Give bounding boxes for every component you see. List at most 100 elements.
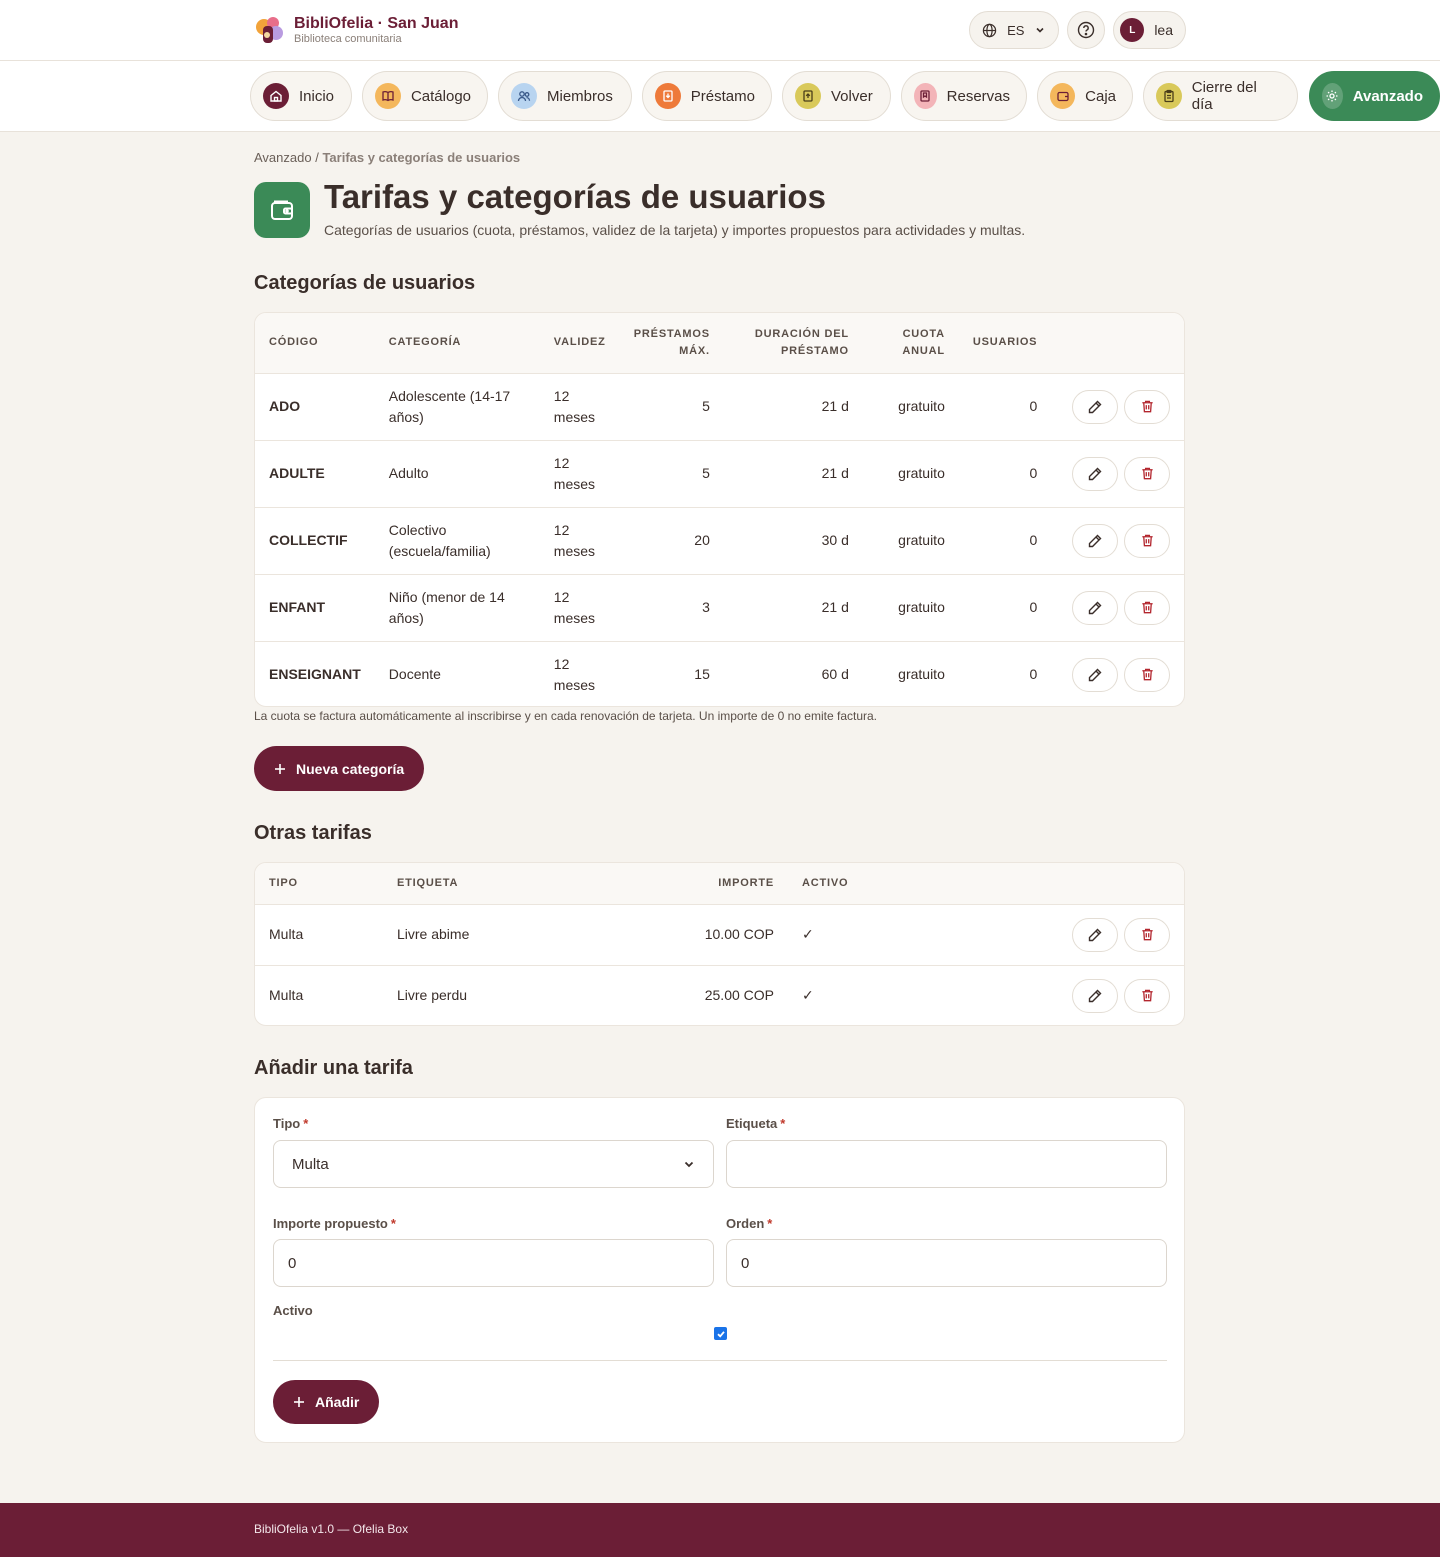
chevron-down-icon: [684, 1161, 694, 1168]
globe-icon: [983, 23, 997, 37]
column-header-max-loans: PRÉSTAMOS MÁX.: [619, 313, 724, 374]
pencil-icon: [1088, 534, 1102, 547]
amount-input[interactable]: 0: [273, 1239, 714, 1287]
users-icon: [511, 83, 537, 109]
column-header-type: TIPO: [255, 863, 383, 905]
table-row: Multa Livre perdu 25.00 COP ✓: [255, 965, 1184, 1025]
nav-item-miembros[interactable]: Miembros: [498, 71, 632, 121]
delete-button[interactable]: [1124, 657, 1170, 692]
column-header-actions: [908, 863, 1184, 905]
type-select-value: Multa: [292, 1155, 329, 1173]
column-header-validity: VALIDEZ: [539, 313, 620, 374]
type-select[interactable]: Multa: [273, 1140, 714, 1188]
edit-button[interactable]: [1072, 590, 1118, 625]
plus-icon: [275, 763, 285, 774]
edit-button[interactable]: [1072, 917, 1118, 952]
delete-button[interactable]: [1124, 590, 1170, 625]
pencil-icon: [1088, 989, 1102, 1002]
return-icon: [795, 83, 821, 109]
nav-item-volver[interactable]: Volver: [782, 71, 891, 121]
table-row: Multa Livre abime 10.00 COP ✓: [255, 904, 1184, 966]
brand[interactable]: BibliOfelia · San Juan Biblioteca comuni…: [254, 14, 458, 46]
edit-button[interactable]: [1072, 978, 1118, 1013]
column-header-code: CÓDIGO: [255, 313, 375, 374]
categories-table-card: CÓDIGO CATEGORÍA VALIDEZ PRÉSTAMOS MÁX. D…: [254, 312, 1185, 707]
table-row: ADO Adolescente (14-17 años) 12 meses 5 …: [255, 373, 1184, 441]
check-icon: [716, 1330, 725, 1338]
label-field-label: Etiqueta *: [726, 1116, 786, 1131]
user-menu-button[interactable]: L lea: [1113, 11, 1186, 49]
fees-table-card: TIPO ETIQUETA IMPORTE ACTIVO Multa Livre…: [254, 862, 1185, 1026]
table-row: ADULTE Adulto 12 meses 5 21 d gratuito 0: [255, 440, 1184, 508]
table-row: COLLECTIF Colectivo (escuela/familia) 12…: [255, 507, 1184, 575]
fees-table: TIPO ETIQUETA IMPORTE ACTIVO Multa Livre…: [255, 863, 1184, 1025]
brand-logo-icon: [256, 17, 283, 43]
nav-item-cierre-del-dia[interactable]: Cierre del día: [1143, 71, 1298, 121]
categories-note: La cuota se factura automáticamente al i…: [254, 709, 878, 723]
wallet-icon: [1050, 83, 1076, 109]
nav-item-inicio[interactable]: Inicio: [250, 71, 352, 121]
edit-button[interactable]: [1072, 389, 1118, 424]
add-fee-section-title: Añadir una tarifa: [254, 1057, 413, 1079]
help-button[interactable]: [1067, 11, 1106, 49]
breadcrumb-current: Tarifas y categorías de usuarios: [322, 150, 521, 165]
order-input[interactable]: 0: [726, 1239, 1167, 1287]
active-label: Activo: [273, 1303, 313, 1318]
pencil-icon: [1088, 467, 1102, 480]
column-header-active: ACTIVO: [788, 863, 908, 905]
active-checkbox[interactable]: [714, 1327, 727, 1340]
breadcrumb-separator: /: [311, 150, 323, 165]
edit-button[interactable]: [1072, 523, 1118, 558]
top-bar: BibliOfelia · San Juan Biblioteca comuni…: [0, 0, 1440, 61]
home-icon: [263, 83, 289, 109]
loan-icon: [655, 83, 681, 109]
brand-subtitle: Biblioteca comunitaria: [294, 32, 402, 45]
language-selector[interactable]: ES: [969, 11, 1060, 49]
footer-text: BibliOfelia v1.0 — Ofelia Box: [254, 1522, 409, 1536]
footer: BibliOfelia v1.0 — Ofelia Box: [0, 1503, 1440, 1557]
nav-item-catalogo[interactable]: Catálogo: [362, 71, 488, 121]
add-fee-button[interactable]: Añadir: [273, 1380, 380, 1424]
trash-icon: [1141, 467, 1153, 480]
form-divider: [273, 1360, 1167, 1361]
categories-section-title: Categorías de usuarios: [254, 272, 476, 294]
label-input[interactable]: [726, 1140, 1167, 1188]
add-fee-form: Tipo * Multa Etiqueta * Importe propuesto *…: [254, 1097, 1185, 1443]
delete-button[interactable]: [1124, 523, 1170, 558]
user-name: lea: [1154, 22, 1173, 38]
wallet-icon: [254, 182, 310, 238]
amount-label: Importe propuesto *: [273, 1216, 396, 1231]
nav-item-reservas[interactable]: Reservas: [901, 71, 1027, 121]
main-nav: Inicio Catálogo Miembros Préstamo Volver…: [0, 61, 1440, 132]
column-header-label: ETIQUETA: [383, 863, 643, 905]
trash-icon: [1141, 601, 1153, 614]
column-header-category: CATEGORÍA: [374, 313, 540, 374]
fees-section-title: Otras tarifas: [254, 822, 372, 844]
active-check-icon: ✓: [802, 987, 814, 1004]
type-label: Tipo *: [273, 1116, 309, 1131]
edit-button[interactable]: [1072, 456, 1118, 491]
new-category-button[interactable]: Nueva categoría: [254, 746, 425, 791]
gear-icon: [1322, 83, 1343, 109]
delete-button[interactable]: [1124, 978, 1170, 1013]
delete-button[interactable]: [1124, 389, 1170, 424]
avatar: L: [1120, 18, 1145, 42]
pencil-icon: [1088, 601, 1102, 614]
delete-button[interactable]: [1124, 917, 1170, 952]
breadcrumb-link-avanzado[interactable]: Avanzado: [254, 150, 312, 165]
help-icon: [1078, 21, 1095, 39]
page-subtitle: Categorías de usuarios (cuota, préstamos…: [324, 222, 1026, 238]
breadcrumb: Avanzado / Tarifas y categorías de usuar…: [254, 150, 520, 165]
nav-item-avanzado[interactable]: Avanzado: [1309, 71, 1440, 121]
nav-item-prestamo[interactable]: Préstamo: [642, 71, 772, 121]
edit-button[interactable]: [1072, 657, 1118, 692]
trash-icon: [1141, 400, 1153, 413]
pencil-icon: [1088, 928, 1102, 941]
trash-icon: [1141, 534, 1153, 547]
delete-button[interactable]: [1124, 456, 1170, 491]
nav-item-caja[interactable]: Caja: [1037, 71, 1133, 121]
brand-name: BibliOfelia · San Juan: [294, 14, 459, 32]
language-code: ES: [1007, 22, 1025, 38]
trash-icon: [1141, 668, 1153, 681]
trash-icon: [1141, 928, 1153, 941]
